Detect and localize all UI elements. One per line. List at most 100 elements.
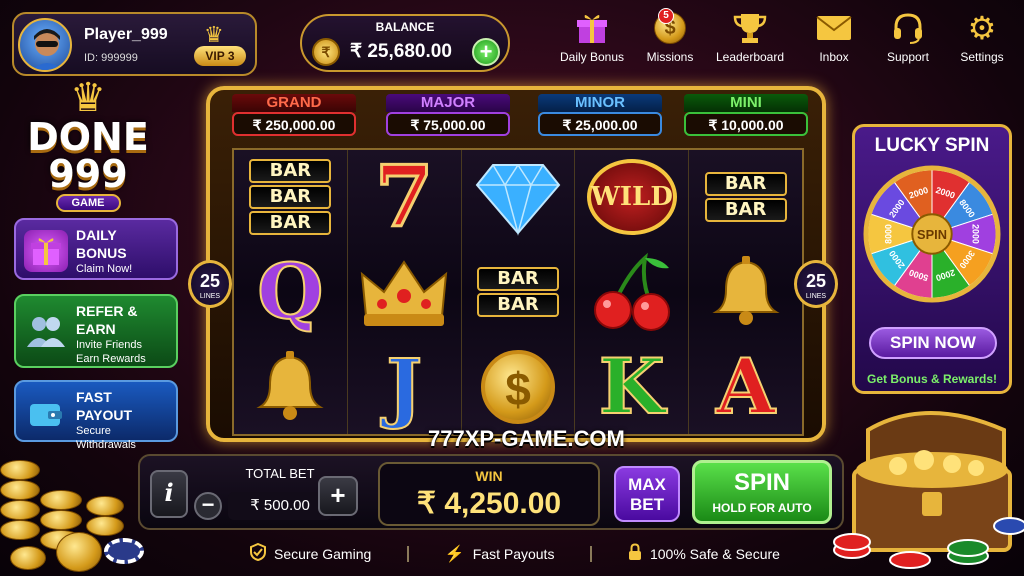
bell-icon [696,249,796,335]
jackpot-minor: MINOR ₹ 25,000.00 [538,94,662,140]
reels-area: BAR BAR BAR Q 7 J BAR BAR $ WILD K BAR B… [232,148,804,436]
bar-label: BAR [249,211,332,236]
footer-label: Fast Payouts [472,546,555,562]
promo-subtitle: Claim Now! [76,263,133,275]
max-bet-line1: MAX [628,475,666,494]
cherry-icon [582,249,682,335]
spin-button[interactable]: SPIN HOLD FOR AUTO [692,460,832,524]
rupee-coin-icon: ₹ [312,38,340,66]
seven-symbol: 7 [354,147,454,247]
wheel-center-label: SPIN [917,227,947,242]
spin-now-button[interactable]: SPIN NOW [869,327,997,359]
inbox-label: Inbox [819,50,849,64]
paylines-count: 25 [199,271,221,291]
crown-icon [354,249,454,335]
jackpot-value: ₹ 250,000.00 [232,112,356,136]
lucky-spin-subtitle: Get Bonus & Rewards! [866,372,998,386]
wallet-icon [24,392,68,434]
logo-line3: GAME [55,194,121,212]
promo-subtitle-2: Earn Rewards [76,353,146,365]
player-profile-card[interactable]: Player_999 ID: 999999 ♛ VIP 3 [12,12,257,76]
promo-subtitle: Secure Withdrawals [76,425,136,451]
seven-glyph: 7 [373,147,434,247]
refer-earn-promo[interactable]: REFER & EARN Invite Friends Earn Rewards [14,294,178,368]
lightning-icon: ⚡ [444,546,465,563]
player-name: Player_999 [84,26,168,43]
missions-badge: 5 [658,8,674,24]
bar-label: BAR [249,159,332,184]
j-letter: J [385,341,423,431]
player-id: ID: 999999 [84,52,138,64]
watermark: 777XP-GAME.COM [428,426,625,451]
jackpot-name: MINOR [538,94,662,112]
balance-value: ₹ 25,680.00 [350,41,452,62]
reel-1: BAR BAR BAR Q [234,150,348,434]
bar-label: BAR [249,185,332,210]
jackpot-mini: MINI ₹ 10,000.00 [684,94,808,140]
paylines-count: 25 [805,271,827,291]
balance-label: BALANCE [375,20,435,34]
max-bet-button[interactable]: MAX BET [614,466,680,522]
inbox-button[interactable]: Inbox [798,10,870,64]
paylines-label: LINES [199,293,221,300]
dollar-coin-icon: $ [468,344,568,430]
vip-level: VIP 3 [194,46,246,66]
wheel-segment-label: 2000 [970,224,980,244]
footer-label: Secure Gaming [274,546,372,562]
coin-dollar-icon: $ 5 [652,8,688,46]
lucky-spin-title: LUCKY SPIN [874,135,990,156]
headset-icon [890,10,926,46]
wild-symbol: WILD [582,154,682,240]
bar-label: BAR [476,266,559,291]
fast-payout-promo[interactable]: FAST PAYOUT Secure Withdrawals [14,380,178,451]
bar-symbol: BAR BAR [468,249,568,335]
reel-4: WILD K [575,150,690,434]
envelope-icon [816,10,852,46]
bar-symbol: BAR BAR BAR [240,154,340,240]
daily-bonus-button[interactable]: Daily Bonus [556,10,628,64]
lock-icon [628,542,642,566]
gift-icon [24,230,68,272]
settings-button[interactable]: ⚙ Settings [946,10,1018,64]
gift-icon [574,10,610,46]
bell-icon [240,344,340,430]
paylines-left: 25 LINES [188,260,232,308]
missions-button[interactable]: $ 5 Missions [634,8,706,64]
slot-machine: GRAND ₹ 250,000.00 MAJOR ₹ 75,000.00 MIN… [206,86,826,442]
k-symbol: K [582,344,682,430]
avatar[interactable] [18,18,72,72]
spin-sublabel: HOLD FOR AUTO [712,501,812,515]
footer-item: ⚡ Fast Payouts [445,544,555,564]
support-button[interactable]: Support [872,10,944,64]
leaderboard-label: Leaderboard [715,50,785,64]
footer-item: Secure Gaming [250,542,372,566]
jackpot-major: MAJOR ₹ 75,000.00 [386,94,510,140]
missions-label: Missions [646,50,694,64]
decrease-bet-button[interactable]: − [194,492,222,520]
reel-3: BAR BAR $ [461,150,576,434]
paylines-right: 25 LINES [794,260,838,308]
max-bet-line2: BET [630,495,664,514]
add-balance-button[interactable]: + [472,38,500,66]
info-button[interactable]: i [150,470,188,518]
q-letter: Q [256,246,324,336]
spin-label: SPIN [733,469,790,496]
plus-icon: + [479,39,493,64]
wild-label: WILD [586,159,677,236]
leaderboard-button[interactable]: Leaderboard [714,10,786,64]
vip-badge[interactable]: ♛ VIP 3 [194,22,250,68]
increase-bet-button[interactable]: + [318,476,358,516]
lucky-wheel[interactable]: 2000800020003000200050002000800020002000… [863,165,1001,303]
daily-bonus-label: Daily Bonus [559,50,625,64]
promo-subtitle: Invite Friends [76,339,143,351]
daily-bonus-promo[interactable]: DAILY BONUS Claim Now! [14,218,178,280]
treasure-chest-icon [828,400,1024,576]
bar-label: BAR [704,198,787,223]
promo-title: REFER & EARN [76,303,138,337]
jackpot-value: ₹ 25,000.00 [538,112,662,136]
settings-label: Settings [960,50,1004,64]
k-letter: K [598,341,666,431]
bar-symbol: BAR BAR [696,154,796,240]
bar-label: BAR [704,172,787,197]
jackpot-name: MAJOR [386,94,510,112]
